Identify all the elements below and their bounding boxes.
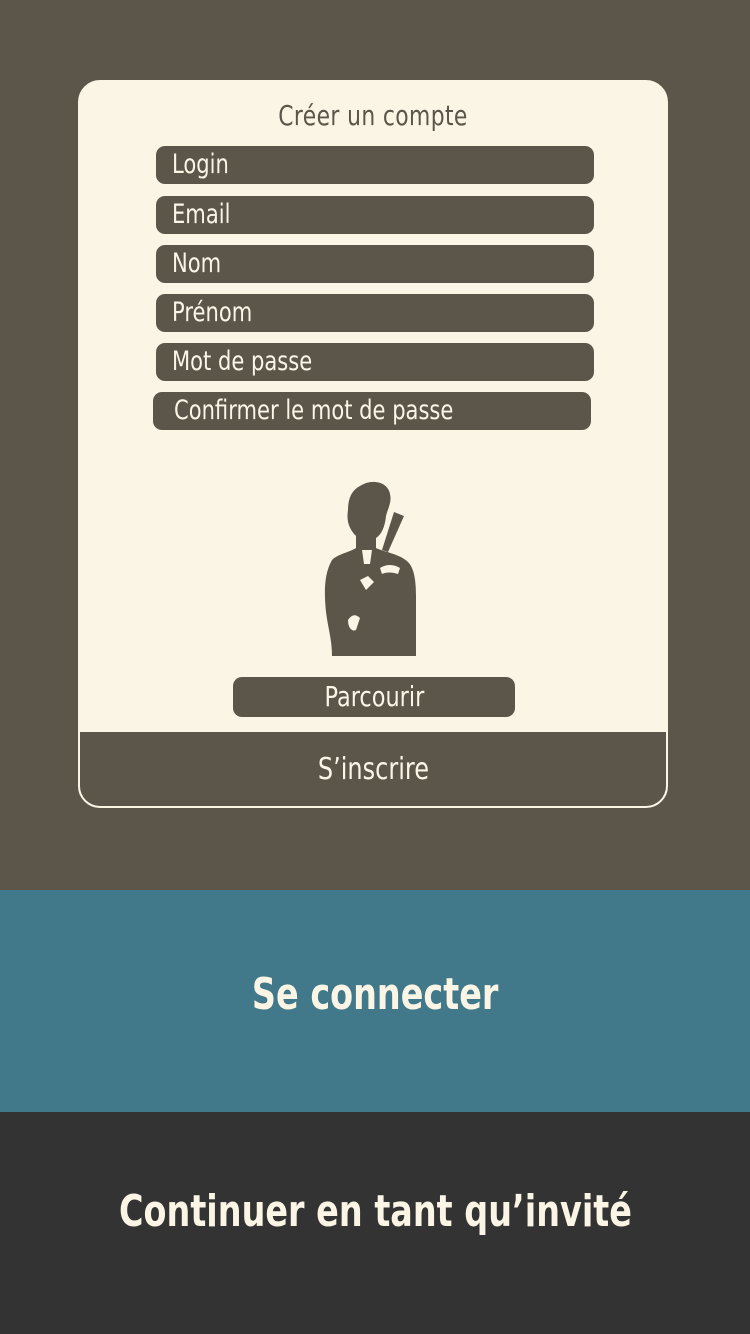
signup-area: Créer un compte Login Email Nom Prénom M… (0, 0, 750, 890)
first-name-field-placeholder: Prénom (172, 297, 253, 328)
password-field-placeholder: Mot de passe (172, 346, 313, 377)
browse-button[interactable]: Parcourir (233, 677, 515, 717)
login-field[interactable]: Login (156, 146, 594, 184)
login-button-label: Se connecter (251, 969, 499, 1020)
register-card: Créer un compte Login Email Nom Prénom M… (78, 80, 668, 808)
register-button-label: S’inscrire (317, 752, 429, 787)
email-field[interactable]: Email (156, 196, 594, 234)
register-title: Créer un compte (278, 99, 468, 132)
login-button[interactable]: Se connecter (0, 890, 750, 1112)
register-button[interactable]: S’inscrire (80, 732, 666, 806)
confirm-password-field[interactable]: Confirmer le mot de passe (153, 392, 591, 430)
browse-button-label: Parcourir (324, 680, 424, 713)
guest-button[interactable]: Continuer en tant qu’invité (0, 1112, 750, 1334)
password-field[interactable]: Mot de passe (156, 343, 594, 381)
last-name-field-placeholder: Nom (172, 248, 222, 279)
first-name-field[interactable]: Prénom (156, 294, 594, 332)
confirm-password-field-placeholder: Confirmer le mot de passe (174, 395, 454, 426)
spy-silhouette-icon (324, 481, 416, 656)
email-field-placeholder: Email (172, 199, 231, 230)
login-field-placeholder: Login (172, 149, 229, 180)
last-name-field[interactable]: Nom (156, 245, 594, 283)
guest-button-label: Continuer en tant qu’invité (118, 1186, 632, 1237)
